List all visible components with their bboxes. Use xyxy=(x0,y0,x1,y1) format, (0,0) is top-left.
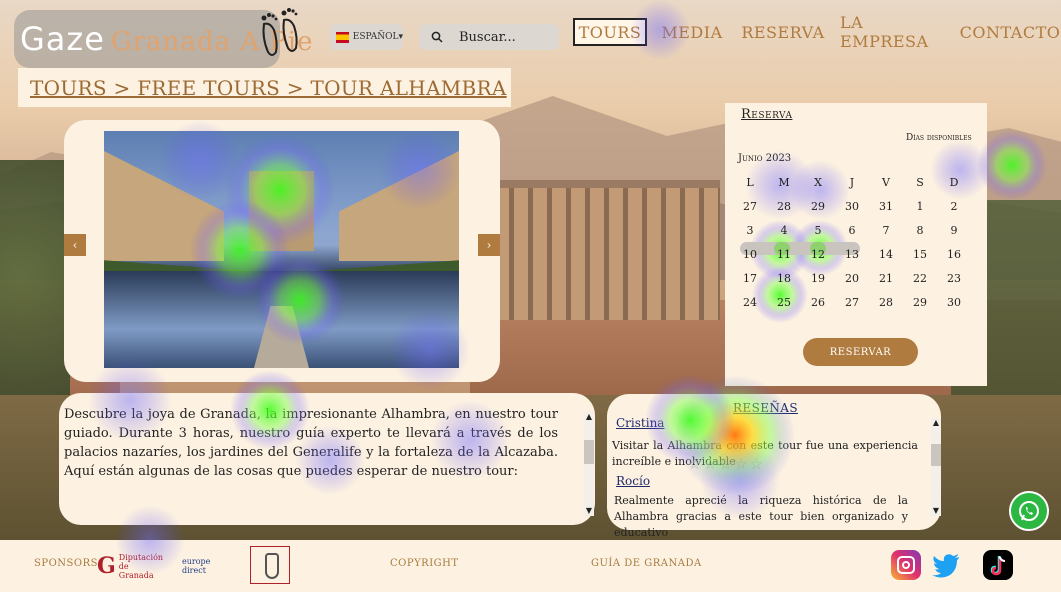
reviews-title: RESEÑAS xyxy=(733,401,798,415)
calendar-day[interactable]: 28 xyxy=(869,296,903,309)
weekday: V xyxy=(882,175,890,189)
weekday: D xyxy=(949,175,959,189)
weekday-header: L M X J V S D xyxy=(733,170,973,194)
calendar-day[interactable]: 28 xyxy=(767,200,801,213)
nav-media[interactable]: MEDIA xyxy=(660,18,724,46)
calendar-day[interactable]: 20 xyxy=(835,272,869,285)
calendar-day[interactable]: 17 xyxy=(733,272,767,285)
reserva-title: Reserva xyxy=(741,107,793,122)
calendar-day[interactable]: 10 xyxy=(733,248,767,261)
tiktok-icon[interactable] xyxy=(983,550,1013,580)
calendar-month: Junio 2023 xyxy=(738,153,792,164)
calendar-day[interactable]: 8 xyxy=(903,224,937,237)
logo-main: Gaze xyxy=(20,20,105,58)
calendar-day[interactable]: 27 xyxy=(835,296,869,309)
breadcrumb-text[interactable]: TOURS > FREE TOURS > TOUR ALHAMBRA xyxy=(30,76,507,100)
calendar-day[interactable]: 14 xyxy=(869,248,903,261)
carousel-next-button[interactable]: › xyxy=(478,234,500,256)
nav-contacto[interactable]: CONTACTO xyxy=(960,18,1060,46)
search-icon xyxy=(431,31,443,43)
calendar-week: 3 4 5 6 7 8 9 xyxy=(733,218,973,242)
calendar-day[interactable]: 31 xyxy=(869,200,903,213)
nav-tours[interactable]: TOURS xyxy=(573,18,647,46)
calendar-day[interactable]: 30 xyxy=(937,296,971,309)
search-input[interactable] xyxy=(459,29,549,45)
europe-direct-text: europe direct xyxy=(182,557,211,575)
weekday: M xyxy=(778,175,790,189)
calendar-day[interactable]: 16 xyxy=(937,248,971,261)
calendar-day[interactable]: 12 xyxy=(801,248,835,261)
calendar-day[interactable]: 4 xyxy=(767,224,801,237)
language-label: ESPAÑOL▾ xyxy=(352,32,403,42)
description-scrollbar[interactable]: ▲ ▼ xyxy=(584,412,594,516)
review-author-cristina[interactable]: Cristina xyxy=(616,416,664,430)
chevron-left-icon: ‹ xyxy=(72,238,78,252)
weekday: J xyxy=(849,175,855,189)
calendar-day[interactable]: 11 xyxy=(767,248,801,261)
available-days-label: Días disponibles xyxy=(906,133,972,143)
calendar-day[interactable]: 7 xyxy=(869,224,903,237)
calendar-day[interactable]: 5 xyxy=(801,224,835,237)
spain-flag-icon xyxy=(336,31,349,43)
calendar-day[interactable]: 2 xyxy=(937,200,971,213)
calendar-day[interactable]: 30 xyxy=(835,200,869,213)
calendar-day[interactable]: 18 xyxy=(767,272,801,285)
weekday: X xyxy=(814,175,822,189)
calendar-day[interactable]: 9 xyxy=(937,224,971,237)
calendar-day[interactable]: 22 xyxy=(903,272,937,285)
calendar-day[interactable]: 21 xyxy=(869,272,903,285)
chevron-right-icon: › xyxy=(486,238,492,252)
tour-description: Descubre la joya de Granada, la impresio… xyxy=(64,407,558,479)
sponsors-label: SPONSORS xyxy=(34,558,98,569)
calendar-day[interactable]: 1 xyxy=(903,200,937,213)
feet-icon xyxy=(261,8,298,56)
calendar-day[interactable]: 6 xyxy=(835,224,869,237)
diputacion-mark-icon: G xyxy=(97,553,116,579)
guia-granada-link[interactable]: GUÍA DE GRANADA xyxy=(591,558,702,569)
nav-reserva[interactable]: RESERVA xyxy=(740,18,826,46)
weekday: L xyxy=(746,175,754,189)
breadcrumb[interactable]: TOURS > FREE TOURS > TOUR ALHAMBRA xyxy=(18,68,511,107)
calendar-day[interactable]: 26 xyxy=(801,296,835,309)
review-text-rocio: Realmente aprecié la riqueza histórica d… xyxy=(614,494,908,539)
calendar-day[interactable]: 27 xyxy=(733,200,767,213)
weekday: S xyxy=(916,175,924,189)
rating-stars[interactable]: ☆☆☆☆☆ xyxy=(688,455,765,473)
calendar-week: 17 18 19 20 21 22 23 xyxy=(733,266,973,290)
copyright-link[interactable]: COPYRIGHT xyxy=(390,558,459,569)
calendar-day[interactable]: 13 xyxy=(835,248,869,261)
calendar-week: 24 25 26 27 28 29 30 xyxy=(733,290,973,314)
alhambra-photo xyxy=(104,131,459,368)
search-box[interactable] xyxy=(419,24,559,50)
carousel-prev-button[interactable]: ‹ xyxy=(64,234,86,256)
twitter-icon[interactable] xyxy=(931,550,961,580)
language-selector[interactable]: ESPAÑOL▾ xyxy=(330,24,403,50)
calendar-day[interactable]: 15 xyxy=(903,248,937,261)
reviews-scrollbar[interactable]: ▲ ▼ xyxy=(931,418,941,516)
reservar-button[interactable]: RESERVAR xyxy=(803,338,918,366)
instagram-icon[interactable] xyxy=(891,550,921,580)
whatsapp-button[interactable] xyxy=(1009,491,1049,531)
diputacion-logo[interactable]: G Diputación de Granada xyxy=(97,549,164,583)
ayuntamiento-seal-icon[interactable] xyxy=(250,546,290,584)
whatsapp-icon xyxy=(1019,501,1039,521)
europe-direct-logo[interactable]: europe direct xyxy=(182,549,234,583)
diputacion-text: Diputación de Granada xyxy=(118,552,164,580)
calendar-day[interactable]: 25 xyxy=(767,296,801,309)
calendar-day[interactable]: 23 xyxy=(937,272,971,285)
nav-la-empresa[interactable]: LA EMPRESA xyxy=(840,13,948,51)
calendar-day[interactable]: 29 xyxy=(801,200,835,213)
calendar-day[interactable]: 19 xyxy=(801,272,835,285)
review-author-rocio[interactable]: Rocío xyxy=(616,474,650,488)
calendar-day[interactable]: 29 xyxy=(903,296,937,309)
calendar-day[interactable]: 3 xyxy=(733,224,767,237)
calendar-day[interactable]: 24 xyxy=(733,296,767,309)
calendar-week: 27 28 29 30 31 1 2 xyxy=(733,194,973,218)
